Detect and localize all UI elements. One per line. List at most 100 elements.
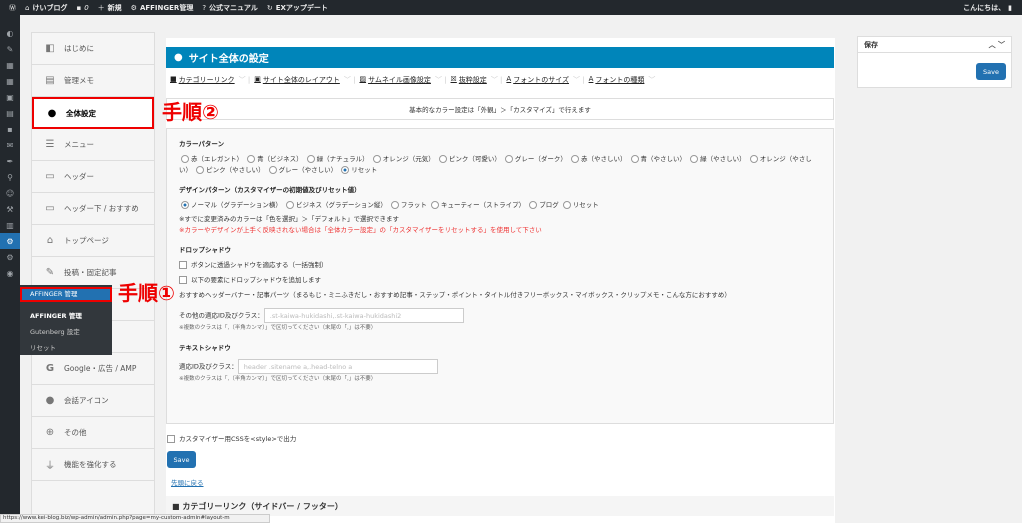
radio-option[interactable]: ピンク（やさしい） [194, 166, 267, 174]
tools-icon[interactable]: ⚒ [0, 201, 20, 217]
nav-kaiwa[interactable]: ● 会話アイコン [32, 385, 154, 417]
radio-option[interactable]: 緑（ナチュラル） [305, 155, 371, 163]
radio-option[interactable]: 緑（やさしい） [688, 155, 748, 163]
nav-menu[interactable]: ☰ メニュー [32, 129, 154, 161]
radio-option[interactable]: フラット [389, 201, 429, 209]
media-icon[interactable]: ▣ [0, 89, 20, 105]
radio-button[interactable] [430, 201, 439, 209]
affinger-menu-current[interactable]: AFFINGER 管理 [20, 287, 112, 302]
users-icon[interactable]: ☺ [0, 185, 20, 201]
comments-link[interactable]: ▪ 0 [76, 4, 88, 12]
text-class-input[interactable]: header .sitename a,.head-telno a [237, 359, 438, 374]
radio-button[interactable] [562, 201, 571, 209]
radio-option[interactable]: 赤（やさしい） [569, 155, 629, 163]
tab-excerpt[interactable]: ☒ 抜粋設定 [451, 75, 487, 85]
radio-option[interactable]: 赤（エレガント） [179, 155, 245, 163]
edit-icon: ✎ [45, 267, 55, 278]
nav-hajimeni[interactable]: ◧ はじめに [32, 33, 154, 65]
section-tabs: ■ カテゴリーリンク ﹀ | ▣ サイト全体のレイアウト ﹀ | ▨ サムネイル画像設定 ﹀… [170, 75, 656, 85]
nav-top-page[interactable]: ⌂ トップページ [32, 225, 154, 257]
save-button[interactable]: Save [167, 451, 196, 468]
drop-elements-checkbox[interactable] [179, 276, 187, 284]
nav-memo[interactable]: ▤ 管理メモ [32, 65, 154, 97]
radio-button[interactable] [306, 155, 315, 163]
tab-font-size[interactable]: A フォントのサイズ [506, 75, 569, 85]
radio-button[interactable] [196, 166, 205, 174]
plugins-icon[interactable]: ⚲ [0, 169, 20, 185]
radio-button[interactable] [529, 201, 538, 209]
grid-icon[interactable]: ▦ [0, 73, 20, 89]
radio-button[interactable] [749, 155, 758, 163]
nav-extend[interactable]: ⏚ 機能を強化する [32, 449, 154, 481]
new-link[interactable]: ＋ 新規 [98, 3, 122, 13]
radio-option[interactable]: グレー（やさしい） [267, 166, 340, 174]
radio-option[interactable]: ブログ [527, 201, 561, 209]
nav-global-settings[interactable]: ● 全体設定 [32, 97, 154, 129]
radio-button[interactable] [181, 155, 189, 163]
comments-icon[interactable]: ▪ [0, 121, 20, 137]
radio-option[interactable]: ビジネス（グラデーション縦） [284, 201, 389, 209]
radio-option[interactable]: オレンジ（元気） [371, 155, 437, 163]
greeting[interactable]: こんにちは、 ▮ [963, 3, 1012, 13]
radio-button[interactable] [504, 155, 513, 163]
tab-thumbnail[interactable]: ▨ サムネイル画像設定 [359, 75, 431, 85]
pin-icon[interactable]: ✎ [0, 41, 20, 57]
radio-option[interactable]: 青（やさしい） [629, 155, 689, 163]
radio-button[interactable] [341, 166, 350, 174]
radio-button[interactable] [390, 201, 399, 209]
collapse-arrows-icon[interactable]: ︿ ﹀ [989, 40, 1005, 50]
nav-other[interactable]: ⊕ その他 [32, 417, 154, 449]
save-box-button[interactable]: Save [976, 63, 1006, 80]
play-icon[interactable]: ◉ [0, 265, 20, 281]
gear-icon[interactable]: ⚙ [0, 249, 20, 265]
radio-option[interactable]: リセット [561, 201, 599, 209]
nav-under-header[interactable]: ▭ ヘッダー下 / おすすめ [32, 193, 154, 225]
nav-google[interactable]: G Google・広告 / AMP [32, 353, 154, 385]
drop-class-input[interactable]: .st-kaiwa-hukidashi,.st-kaiwa-hukidashi2 [263, 308, 464, 323]
ex-update-link[interactable]: ↻ EXアップデート [267, 3, 328, 13]
radio-button[interactable] [690, 155, 699, 163]
mail-icon[interactable]: ✉ [0, 137, 20, 153]
flyout-item-affinger[interactable]: AFFINGER 管理 [30, 308, 112, 324]
drop-cb1-label: ボタンに透過シャドウを適応する（一括強制） [191, 261, 328, 269]
css-output-checkbox[interactable] [167, 435, 175, 443]
google-icon: G [45, 363, 55, 374]
speech-bubble-icon: ● [45, 395, 55, 406]
nav-header[interactable]: ▭ ヘッダー [32, 161, 154, 193]
back-to-top-link[interactable]: 先頭に戻る [171, 477, 204, 487]
radio-option[interactable]: グレー（ダーク） [503, 155, 569, 163]
dashboard-icon[interactable]: ◐ [0, 25, 20, 41]
appearance-icon[interactable]: ✒ [0, 153, 20, 169]
drop-cb2-label: 以下の要素にドロップシャドウを追加します [191, 276, 321, 284]
drop-button-checkbox[interactable] [179, 261, 187, 269]
affinger-flyout-menu: AFFINGER 管理 AFFINGER 管理 Gutenberg 設定 リセッ… [20, 285, 112, 355]
radio-button[interactable] [438, 155, 447, 163]
flyout-item-gutenberg[interactable]: Gutenberg 設定 [30, 324, 112, 340]
radio-button[interactable] [570, 155, 579, 163]
flyout-item-reset[interactable]: リセット [30, 340, 112, 356]
radio-button[interactable] [285, 201, 294, 209]
radio-button[interactable] [630, 155, 639, 163]
site-link[interactable]: ⌂ けいブログ [25, 3, 67, 13]
radio-button[interactable] [247, 155, 256, 163]
radio-option[interactable]: ノーマル（グラデーション横） [179, 201, 284, 209]
manual-link[interactable]: ? 公式マニュアル [202, 3, 258, 13]
tab-layout[interactable]: ▣ サイト全体のレイアウト [254, 75, 340, 85]
settings-icon[interactable]: ▥ [0, 217, 20, 233]
affinger-link[interactable]: ⚙ AFFINGER管理 [131, 3, 194, 13]
affinger-gear-icon[interactable]: ⚙ [0, 233, 20, 249]
tab-font-type[interactable]: A フォントの種類 [589, 75, 645, 85]
radio-option[interactable]: 青（ビジネス） [245, 155, 305, 163]
radio-button[interactable] [181, 201, 189, 209]
header-icon: ▭ [45, 171, 55, 182]
radio-option[interactable]: ピンク（可愛い） [437, 155, 503, 163]
radio-button[interactable] [372, 155, 381, 163]
grid-icon[interactable]: ▦ [0, 57, 20, 73]
pages-icon[interactable]: ▤ [0, 105, 20, 121]
radio-option[interactable]: リセット [339, 166, 377, 174]
tab-category-link[interactable]: ■ カテゴリーリンク [170, 75, 235, 85]
radio-button[interactable] [268, 166, 277, 174]
step-1-label: 手順① [118, 281, 175, 305]
wordpress-logo-icon[interactable]: Ⓦ [9, 3, 16, 13]
radio-option[interactable]: キューティー（ストライプ） [429, 201, 527, 209]
